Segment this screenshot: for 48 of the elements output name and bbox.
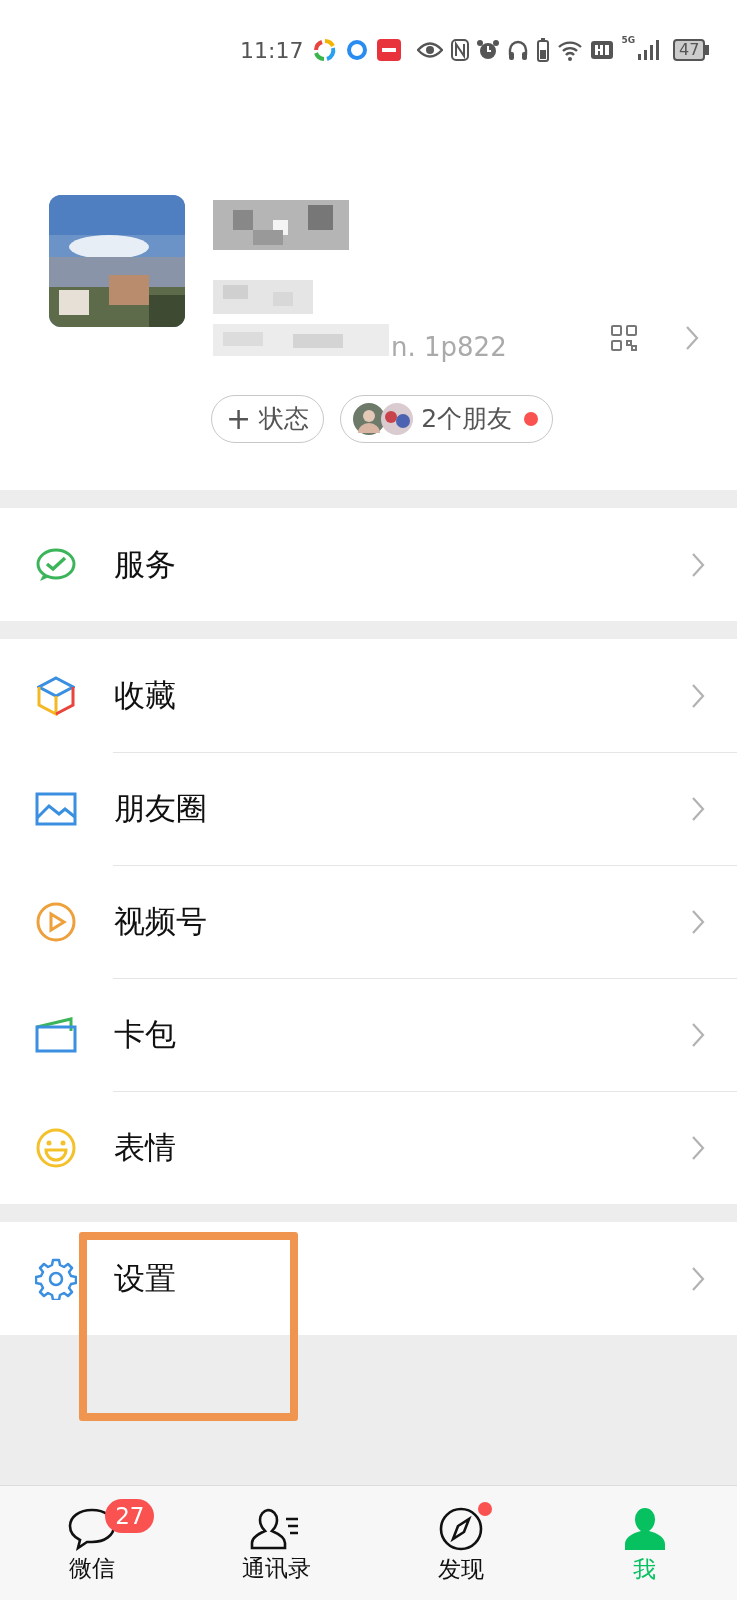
tab[interactable]: 发现: [368, 1486, 553, 1600]
battery-charge-icon: [537, 38, 550, 62]
menu-item[interactable]: 设置: [0, 1222, 737, 1335]
chevron-right-icon: [691, 682, 705, 709]
menu-item[interactable]: 表情: [0, 1091, 737, 1204]
app-icon: [377, 39, 402, 61]
headphones-icon: [507, 39, 530, 61]
wechat-id: n. 1p822: [391, 331, 507, 360]
menu-item[interactable]: 视频号: [0, 865, 737, 978]
menu-item[interactable]: 服务: [0, 508, 737, 621]
chevron-right-icon: [691, 908, 705, 935]
tab[interactable]: 27 微信: [0, 1486, 185, 1600]
battery-level: 47: [673, 39, 706, 61]
chevron-right-icon: [691, 1021, 705, 1048]
network-label: 5G: [621, 36, 636, 45]
clock-time: 11:17: [240, 36, 304, 65]
eye-icon: [417, 41, 444, 59]
menu-item[interactable]: 收藏: [0, 639, 737, 752]
play-icon: [34, 901, 78, 942]
check-bubble-icon: [34, 546, 78, 583]
chevron-right-icon: [691, 795, 705, 822]
status-button[interactable]: + 状态: [211, 395, 325, 443]
chevron-right-icon: [691, 1265, 705, 1292]
unread-badge: 27: [105, 1498, 155, 1533]
settings-icon: [34, 1257, 78, 1300]
compass-icon: [437, 1505, 484, 1552]
avatar-icon: [353, 403, 386, 435]
smiley-icon: [34, 1127, 78, 1168]
alarm-icon: [477, 39, 500, 61]
app-icon: [313, 38, 338, 62]
menu-item[interactable]: 朋友圈: [0, 752, 737, 865]
chevron-right-icon: [685, 325, 699, 351]
signal-icon: [637, 40, 660, 60]
app-icon: [345, 38, 370, 62]
friends-button[interactable]: 2个朋友: [340, 395, 554, 443]
chevron-right-icon: [691, 1134, 705, 1161]
hd-icon: [591, 41, 614, 59]
cube-icon: [34, 675, 78, 716]
menu-item[interactable]: 卡包: [0, 978, 737, 1091]
qr-code-icon: [611, 325, 637, 351]
battery-tip-icon: [705, 45, 710, 55]
nfc-icon: [451, 39, 470, 61]
card-icon: [34, 1016, 78, 1053]
chevron-right-icon: [691, 551, 705, 578]
image-icon: [34, 791, 78, 826]
tab[interactable]: 通讯录: [184, 1486, 369, 1600]
avatar-icon: [381, 403, 414, 435]
wifi-icon: [557, 39, 584, 61]
